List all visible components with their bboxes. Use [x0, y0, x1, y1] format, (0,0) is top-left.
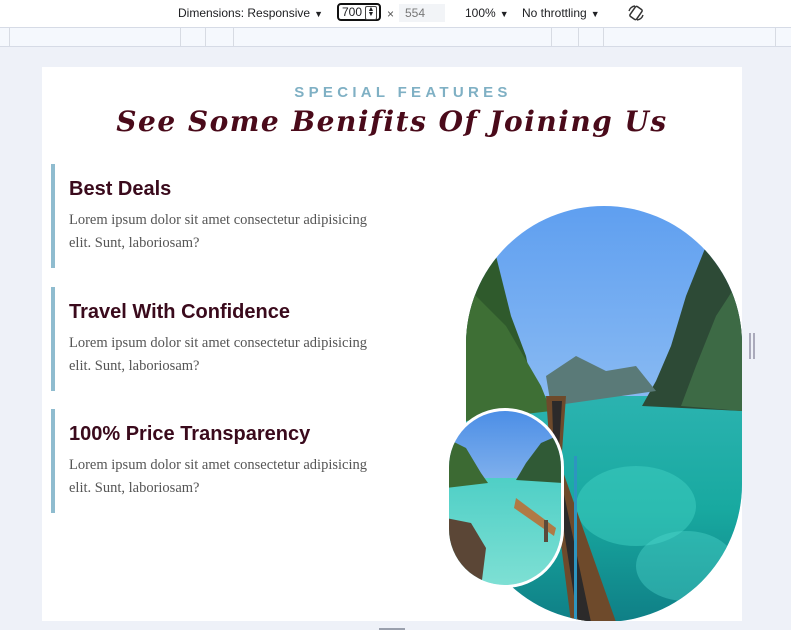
devtools-device-toolbar: Dimensions: Responsive ▼ 700 ▲ ▼ × 554 100… [0, 0, 791, 28]
spinner-icon[interactable]: ▲ ▼ [365, 6, 377, 20]
ruler-tick [233, 28, 234, 46]
media-query-ruler[interactable] [0, 28, 791, 47]
section-eyebrow: SPECIAL FEATURES [294, 84, 512, 101]
feature-text: Lorem ipsum dolor sit amet consectetur a… [69, 335, 367, 374]
chevron-down-icon: ▼ [499, 9, 509, 19]
ruler-tick [180, 28, 181, 46]
feature-text: Lorem ipsum dolor sit amet consectetur a… [69, 457, 367, 496]
ruler-tick [578, 28, 579, 46]
dimensions-dropdown[interactable]: Dimensions: Responsive ▼ [178, 6, 323, 20]
chevron-down-icon: ▼ [590, 9, 600, 19]
ruler-tick [551, 28, 552, 46]
ruler-tick [9, 28, 10, 46]
feature-title: Best Deals [69, 178, 172, 200]
feature-card-price-transparency: 100% Price Transparency Lorem ipsum dolo… [51, 409, 381, 513]
feature-title: 100% Price Transparency [69, 423, 311, 445]
ruler-tick [603, 28, 604, 46]
rotate-icon[interactable] [627, 4, 645, 22]
throttling-dropdown[interactable]: No throttling ▼ [522, 6, 600, 20]
ruler-tick [205, 28, 206, 46]
ruler-tick [775, 28, 776, 46]
width-value: 700 [342, 5, 363, 19]
throttling-label: No throttling [522, 6, 587, 20]
feature-text: Lorem ipsum dolor sit amet consectetur a… [69, 212, 367, 251]
zoom-label: 100% [465, 6, 496, 20]
dimensions-label: Dimensions: Responsive [178, 6, 311, 20]
section-headline: See Some Benifits Of Joining Us [116, 105, 668, 138]
feature-card-travel-confidence: Travel With Confidence Lorem ipsum dolor… [51, 287, 381, 391]
height-input[interactable]: 554 [399, 4, 445, 22]
page-viewport: SPECIAL FEATURES See Some Benifits Of Jo… [42, 67, 742, 630]
times-symbol: × [387, 7, 395, 21]
width-input[interactable]: 700 ▲ ▼ [337, 3, 381, 21]
feature-card-best-deals: Best Deals Lorem ipsum dolor sit amet co… [51, 164, 381, 268]
feature-title: Travel With Confidence [69, 301, 290, 323]
lagoon-photo-small [446, 408, 564, 588]
zoom-dropdown[interactable]: 100% ▼ [465, 6, 509, 20]
resize-handle-right[interactable] [749, 333, 755, 359]
chevron-down-icon: ▼ [314, 9, 323, 19]
